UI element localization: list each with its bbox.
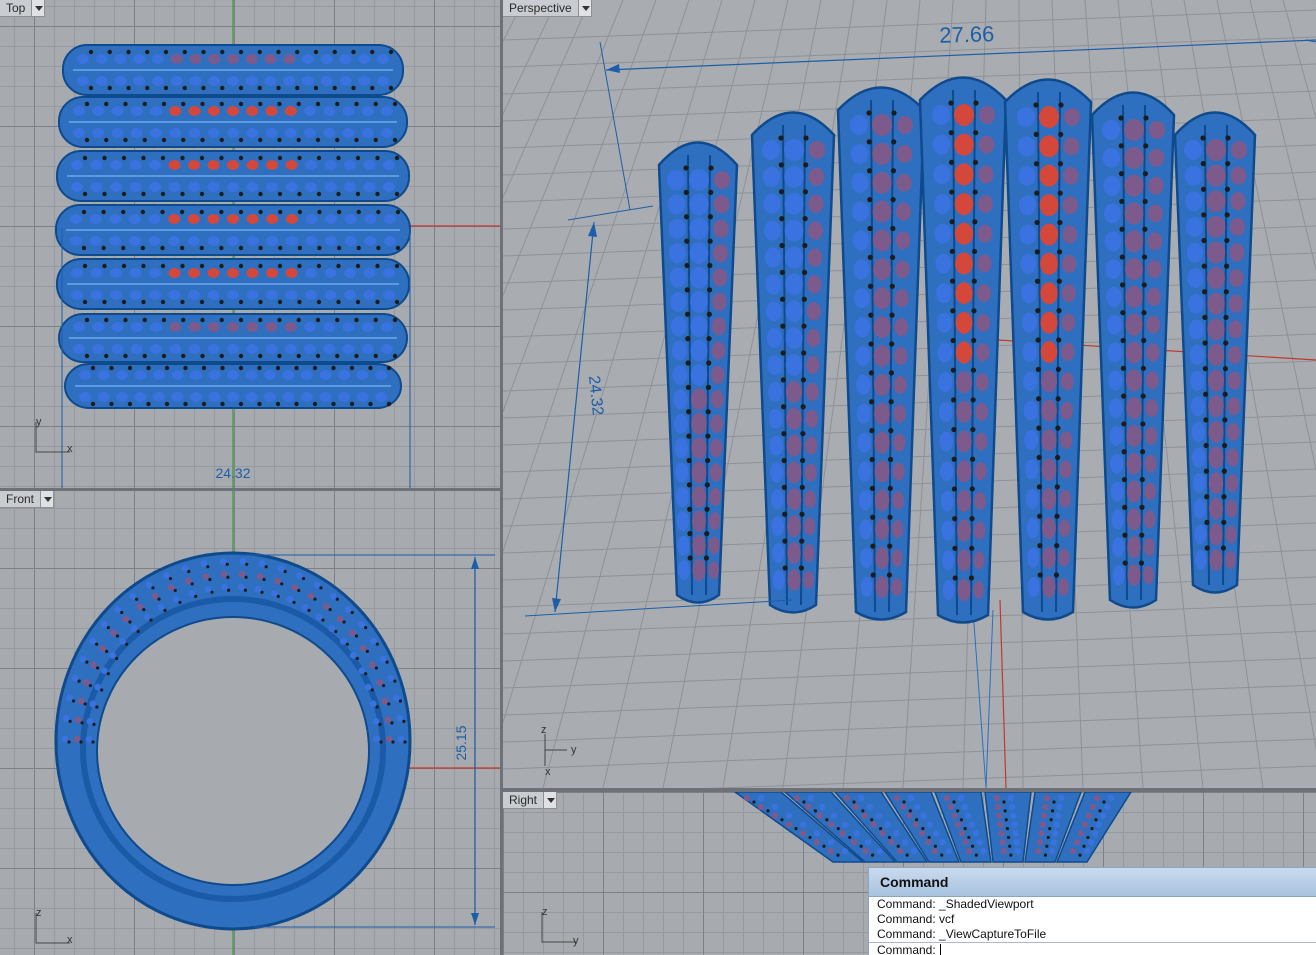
command-history-line: Command: _ShadedViewport [877,897,1034,911]
axis-label-z: z [36,907,42,919]
viewport-title-perspective[interactable]: Perspective [503,0,578,16]
axis-widget-front: z x [30,907,80,949]
front-dimension-label: 25.15 [453,725,469,760]
viewport-front[interactable]: 25.15 Front z x [0,491,500,955]
command-panel: Command Command: _ShadedViewport Command… [868,867,1316,955]
axis-label-y: y [571,744,577,756]
front-view-scene: 25.15 [54,491,500,955]
perspective-ring-bands [657,76,1257,624]
top-view-scene: 24.32 [55,0,500,488]
axis-label-y: y [36,416,42,428]
perspective-view-scene: 27.66 24.32 [503,0,1316,788]
viewport-perspective[interactable]: 27.66 24.32 Perspective z y x [503,0,1316,788]
axis-label-x: x [67,443,73,455]
axis-label-y: y [573,935,579,947]
command-history-line: Command: vcf [877,912,955,926]
axis-widget-right: z y [536,906,586,948]
viewport-title-front[interactable]: Front [0,491,40,507]
viewport-menu-arrow-icon[interactable] [31,0,45,16]
viewport-menu-arrow-icon[interactable] [40,491,54,507]
viewport-tab-top[interactable]: Top [0,0,46,17]
command-prompt-label: Command: [877,943,936,955]
right-ring-bands [733,792,1132,863]
top-ring-bands [55,44,411,409]
axis-widget-top: y x [30,416,80,458]
viewport-tab-right[interactable]: Right [503,792,558,809]
viewport-tab-perspective[interactable]: Perspective [503,0,592,17]
viewport-title-top[interactable]: Top [0,0,31,16]
front-ring-shape [54,551,412,931]
axis-label-x: x [545,766,551,778]
command-input[interactable] [939,944,1140,955]
axis-label-z: z [542,906,548,918]
axis-label-z: z [541,724,547,736]
viewport-top[interactable]: 24.32 Top y x [0,0,500,488]
perspective-height-label: 24.32 [585,375,606,417]
viewport-title-right[interactable]: Right [503,792,543,808]
top-dimension-label: 24.32 [215,465,250,481]
command-panel-title[interactable]: Command [869,868,1316,897]
axis-label-x: x [67,934,73,946]
command-history-line: Command: _ViewCaptureToFile [877,927,1047,941]
viewport-menu-arrow-icon[interactable] [543,792,557,808]
command-prompt: Command: [869,942,1316,955]
viewport-menu-arrow-icon[interactable] [577,0,591,16]
viewport-tab-front[interactable]: Front [0,491,55,508]
axis-widget-perspective: z y x [535,724,585,778]
perspective-width-label: 27.66 [939,21,995,48]
